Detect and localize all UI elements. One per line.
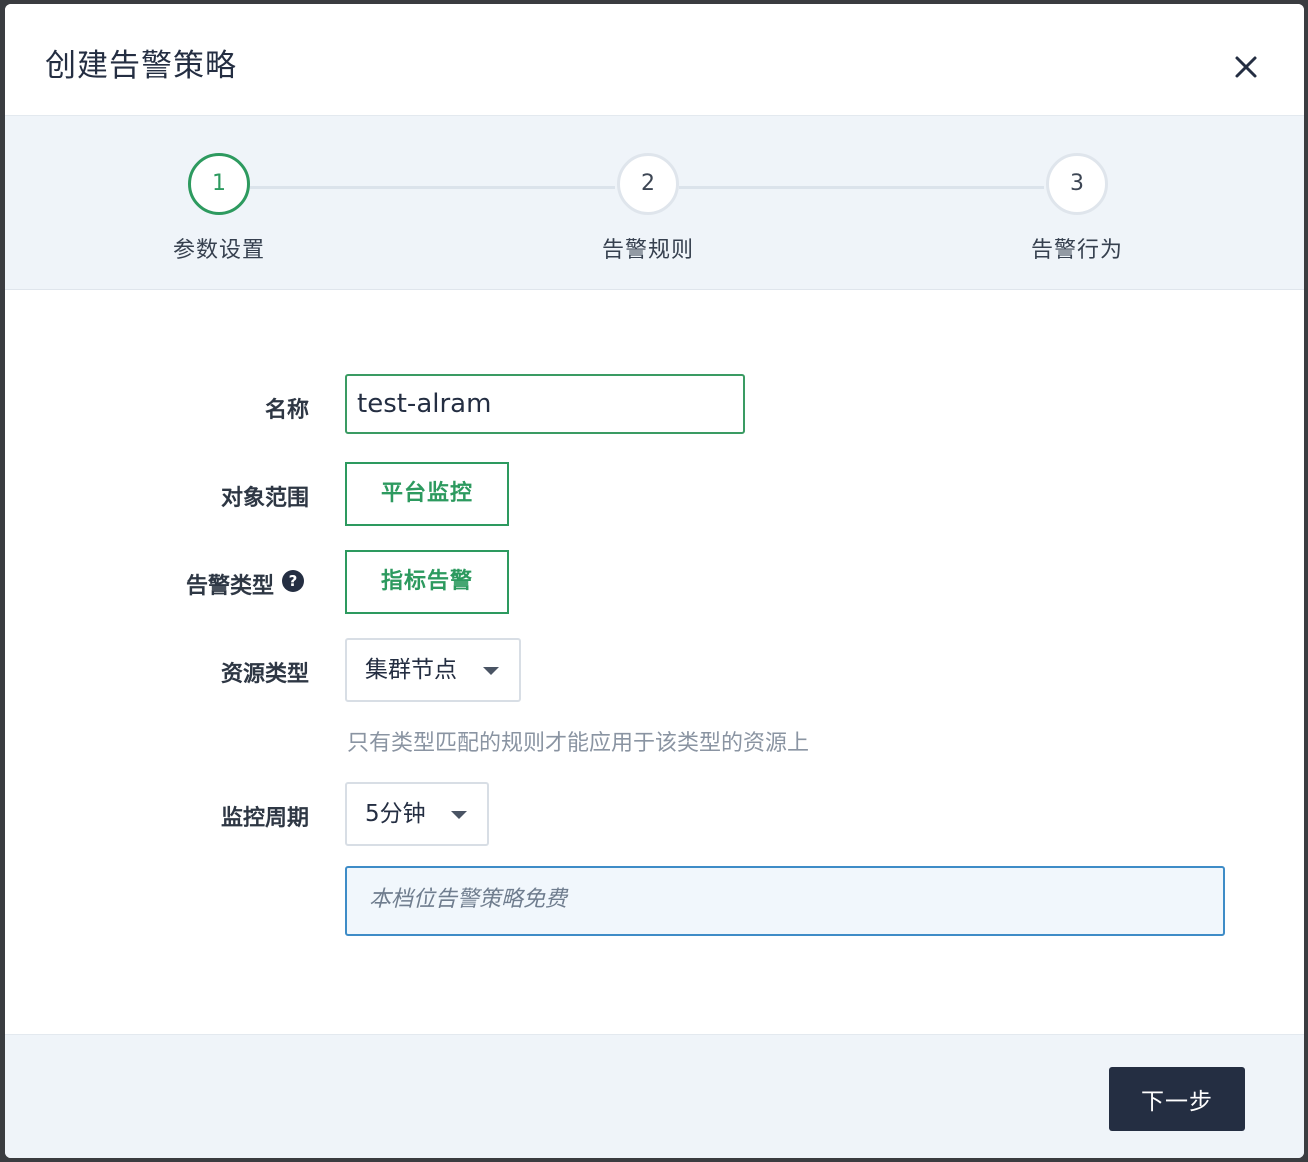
next-step-button[interactable]: 下一步 — [1109, 1067, 1245, 1131]
pricing-notice-text: 本档位告警策略免费 — [369, 887, 568, 912]
period-label: 监控周期 — [220, 806, 309, 831]
step-label: 告警行为 — [1030, 238, 1123, 263]
dialog-title: 创建告警策略 — [45, 48, 237, 84]
close-icon[interactable] — [1231, 52, 1261, 82]
scope-label: 对象范围 — [220, 486, 309, 511]
resource-type-value: 集群节点 — [365, 657, 457, 683]
name-input[interactable] — [345, 374, 745, 434]
dialog-footer: 下一步 — [5, 1034, 1304, 1158]
alert-type-label: 告警类型 — [185, 574, 274, 599]
pricing-notice: 本档位告警策略免费 — [345, 866, 1225, 936]
dialog-header: 创建告警策略 — [5, 4, 1304, 116]
question-circle-icon[interactable]: ? — [282, 570, 304, 592]
step-2: 2 告警规则 — [548, 153, 748, 264]
chevron-down-icon — [451, 811, 467, 819]
create-alert-policy-dialog: 创建告警策略 1 参数设置 2 告警规则 3 告警行为 名称 对象范围 平台监控… — [5, 4, 1304, 1158]
step-label: 告警规则 — [601, 238, 694, 263]
period-select[interactable]: 5分钟 — [345, 782, 489, 846]
stepper: 1 参数设置 2 告警规则 3 告警行为 — [5, 116, 1304, 290]
period-value: 5分钟 — [365, 801, 426, 827]
resource-type-hint: 只有类型匹配的规则才能应用于该类型的资源上 — [347, 731, 810, 756]
step-number: 2 — [617, 153, 679, 215]
scope-option-platform-monitoring[interactable]: 平台监控 — [345, 462, 509, 526]
step-1: 1 参数设置 — [119, 153, 319, 264]
step-number: 3 — [1046, 153, 1108, 215]
alert-type-option-metric[interactable]: 指标告警 — [345, 550, 509, 614]
resource-type-select[interactable]: 集群节点 — [345, 638, 521, 702]
form-body: 名称 对象范围 平台监控 告警类型 ? 指标告警 资源类型 集群节点 只有类型匹… — [5, 290, 1304, 1034]
step-number: 1 — [188, 153, 250, 215]
step-label: 参数设置 — [172, 238, 265, 263]
resource-type-label: 资源类型 — [220, 662, 309, 687]
step-3: 3 告警行为 — [977, 153, 1177, 264]
chevron-down-icon — [483, 667, 499, 675]
name-label: 名称 — [264, 398, 309, 423]
